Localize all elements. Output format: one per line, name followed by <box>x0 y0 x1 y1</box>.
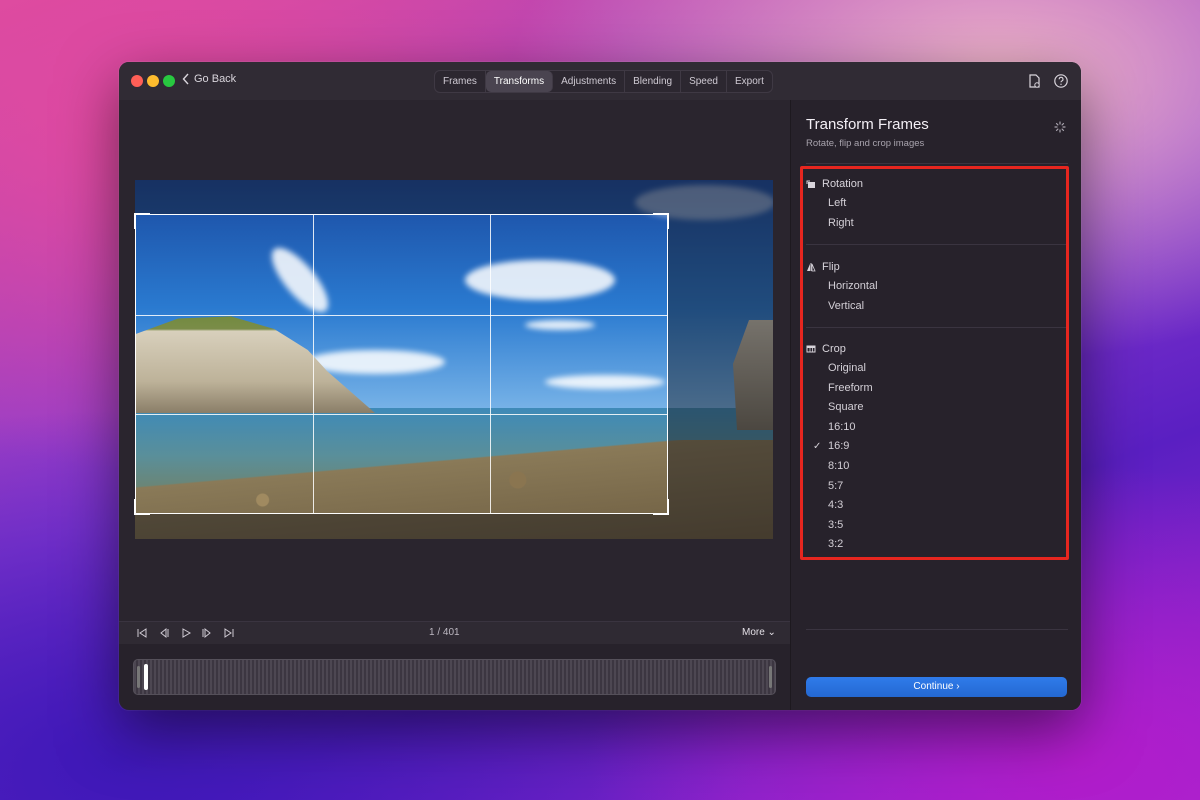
loading-spinner-icon <box>1054 120 1066 133</box>
rotation-header: Rotation <box>806 174 1066 194</box>
playhead-handle[interactable] <box>144 664 148 690</box>
checkmark-icon: ✓ <box>813 441 822 453</box>
panel-subtitle: Rotate, flip and crop images <box>806 138 925 149</box>
flip-icon <box>807 263 816 272</box>
crop-option-3-2[interactable]: 3:2 <box>806 535 1066 555</box>
section-divider <box>806 327 1068 328</box>
preview-stage <box>119 100 790 621</box>
flip-header: Flip <box>806 257 1066 277</box>
section-divider <box>806 244 1068 245</box>
minimize-window-button[interactable] <box>147 75 159 87</box>
playback-controls: 1 / 401 More ⌄ <box>119 621 790 644</box>
flip-horizontal-option[interactable]: Horizontal <box>806 277 1066 297</box>
crop-handle-top-left[interactable] <box>134 213 150 229</box>
more-menu-button[interactable]: More ⌄ <box>742 627 776 638</box>
rotation-section: Rotation Left Right <box>806 174 1066 233</box>
flip-section: Flip Horizontal Vertical <box>806 257 1066 316</box>
tab-transforms[interactable]: Transforms <box>485 71 554 92</box>
frame-counter: 1 / 401 <box>429 627 460 638</box>
rotation-icon <box>806 180 815 188</box>
crop-option-square[interactable]: Square <box>806 398 1066 418</box>
crop-handle-bottom-right[interactable] <box>653 499 669 515</box>
timeline-start-marker <box>137 666 140 688</box>
crop-option-16-10[interactable]: 16:10 <box>806 418 1066 438</box>
skip-end-icon[interactable] <box>223 626 235 638</box>
crop-option-4-3[interactable]: 4:3 <box>806 496 1066 516</box>
section-divider <box>806 629 1068 630</box>
transform-panel: Transform Frames Rotate, flip and crop i… <box>790 100 1081 710</box>
crop-handle-bottom-left[interactable] <box>134 499 150 515</box>
crop-handle-top-right[interactable] <box>653 213 669 229</box>
crop-icon <box>806 345 816 353</box>
play-icon[interactable] <box>180 626 192 638</box>
go-back-label: Go Back <box>194 73 237 85</box>
continue-button[interactable]: Continue › <box>806 677 1067 697</box>
tab-speed[interactable]: Speed <box>681 71 727 92</box>
tab-blending[interactable]: Blending <box>625 71 682 92</box>
help-icon[interactable] <box>1053 73 1069 89</box>
crop-option-freeform[interactable]: Freeform <box>806 379 1066 399</box>
timeline-end-marker <box>769 666 772 688</box>
close-window-button[interactable] <box>131 75 143 87</box>
timeline-scrubber[interactable] <box>133 659 776 695</box>
title-bar: Go Back Frames Transforms Adjustments Bl… <box>119 62 1081 101</box>
zoom-window-button[interactable] <box>163 75 175 87</box>
chevron-left-icon <box>182 73 189 85</box>
rotate-left-option[interactable]: Left <box>806 194 1066 214</box>
step-forward-icon[interactable] <box>201 626 213 639</box>
share-file-icon[interactable] <box>1026 73 1042 89</box>
tab-bar: Frames Transforms Adjustments Blending S… <box>434 70 773 93</box>
tab-frames[interactable]: Frames <box>435 71 486 92</box>
crop-rectangle[interactable] <box>134 213 669 515</box>
skip-start-icon[interactable] <box>136 626 148 638</box>
crop-header: Crop <box>806 339 1066 359</box>
crop-option-3-5[interactable]: 3:5 <box>806 516 1066 536</box>
step-back-icon[interactable] <box>158 626 170 639</box>
flip-vertical-option[interactable]: Vertical <box>806 297 1066 317</box>
app-window: Go Back Frames Transforms Adjustments Bl… <box>119 62 1081 710</box>
crop-option-16-9[interactable]: ✓ 16:9 <box>806 437 1066 457</box>
rotate-right-option[interactable]: Right <box>806 214 1066 234</box>
crop-option-5-7[interactable]: 5:7 <box>806 477 1066 497</box>
crop-option-8-10[interactable]: 8:10 <box>806 457 1066 477</box>
panel-divider <box>806 163 1068 164</box>
go-back-button[interactable]: Go Back <box>182 73 236 85</box>
tab-adjustments[interactable]: Adjustments <box>553 71 626 92</box>
crop-section: Crop Original Freeform Square 16:10 ✓ 16:… <box>806 339 1066 555</box>
crop-option-original[interactable]: Original <box>806 359 1066 379</box>
panel-title: Transform Frames <box>806 116 929 133</box>
tab-export[interactable]: Export <box>727 71 772 92</box>
